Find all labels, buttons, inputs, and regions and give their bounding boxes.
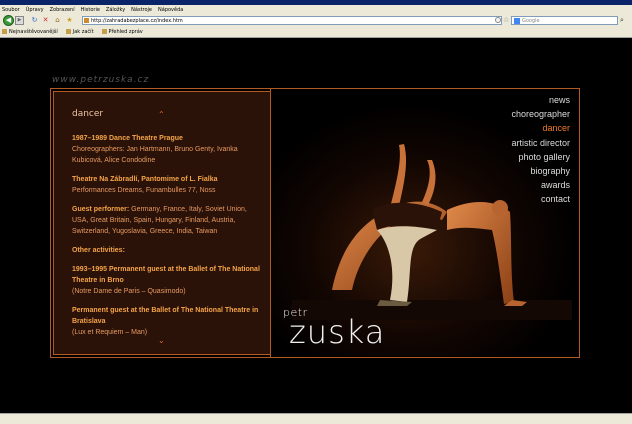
menu-item-help[interactable]: Nápověda [158,6,183,15]
entry-heading: Theatre Na Zábradlí, Pantomime of L. Fia… [72,176,218,183]
menu-item-view[interactable]: Zobrazení [50,6,75,15]
scroll-up-icon[interactable]: ⌃ [158,111,165,119]
search-icon[interactable]: ⌕ [620,16,624,24]
address-bar[interactable]: http://zahradabezplace.cz/index.htm [82,16,502,25]
nav-artistic-director[interactable]: artistic director [511,136,570,150]
home-icon[interactable]: ⌂ [54,17,61,24]
brand-last-name: zuska [289,313,386,351]
nav-contact[interactable]: contact [511,192,570,206]
panel-divider [270,88,271,358]
entry-text: (Lux et Requiem – Man) [72,329,148,336]
bookmark-most-visited[interactable]: Nejnavštěvovanější [2,28,58,36]
entry-heading: Permanent guest at the Ballet of The Nat… [72,307,259,325]
browser-chrome: Soubor Úpravy Zobrazení Historie Záložky… [0,0,632,38]
main-navigation: news choreographer dancer artistic direc… [511,93,570,207]
menu-item-edit[interactable]: Úpravy [26,6,44,15]
entry-heading: 1993–1995 Permanent guest at the Ballet … [72,266,260,284]
bookmarks-bar: Nejnavštěvovanější Jak začít Přehled zpr… [2,28,143,36]
nav-awards[interactable]: awards [511,178,570,192]
star-icon[interactable]: ☆ [503,16,509,24]
entry-heading: Guest performer: [72,206,130,213]
favicon-icon [84,18,89,23]
entry-text: Choreographers: Jan Hartmann, Bruno Gent… [72,146,238,164]
section-title: dancer [72,109,104,119]
scroll-down-icon[interactable]: ⌄ [158,337,165,345]
title-bar [0,0,632,5]
menu-item-tools[interactable]: Nástroje [131,6,152,15]
entry-heading: Other activities: [72,247,125,254]
menu-item-bookmarks[interactable]: Záložky [106,6,125,15]
search-input[interactable]: Google [511,16,618,25]
entry-text: (Notre Dame de Paris – Quasimodo) [72,288,186,295]
search-placeholder: Google [522,18,540,24]
dancer-content: 1987–1989 Dance Theatre Prague Choreogra… [72,133,264,346]
nav-photo-gallery[interactable]: photo gallery [511,150,570,164]
bookmark-news-headlines[interactable]: Přehled zpráv [102,28,143,36]
reload-icon[interactable]: ↻ [31,17,38,24]
back-button[interactable]: ◀ [3,15,14,26]
nav-biography[interactable]: biography [511,164,570,178]
entry-heading: 1987–1989 Dance Theatre Prague [72,135,183,142]
nav-choreographer[interactable]: choreographer [511,107,570,121]
google-icon [514,18,520,24]
bookmark-getting-started[interactable]: Jak začít [66,28,94,36]
entry-bratislava: Permanent guest at the Ballet of The Nat… [72,305,264,338]
entry-text: Performances Dreams, Funambulles 77, Nos… [72,187,216,194]
status-bar [0,413,632,424]
address-bar-url: http://zahradabezplace.cz/index.htm [91,18,183,24]
entry-guest-performer: Guest performer: Germany, France, Italy,… [72,204,264,237]
go-icon[interactable] [495,17,501,23]
nav-dancer[interactable]: dancer [511,121,570,135]
entry-other-activities: Other activities: [72,245,264,256]
entry-dance-theatre: 1987–1989 Dance Theatre Prague Choreogra… [72,133,264,166]
menu-item-file[interactable]: Soubor [2,6,20,15]
entry-na-zabradli: Theatre Na Zábradlí, Pantomime of L. Fia… [72,174,264,196]
menu-bar: Soubor Úpravy Zobrazení Historie Záložky… [2,6,183,15]
nav-news[interactable]: news [511,93,570,107]
menu-item-history[interactable]: Historie [81,6,100,15]
entry-brno: 1993–1995 Permanent guest at the Ballet … [72,264,264,297]
bookmark-icon[interactable]: ★ [66,17,73,24]
site-url-logo: www.petrzuska.cz [52,75,150,85]
forward-button[interactable]: ▶ [15,16,24,25]
stop-icon[interactable]: ✕ [42,17,49,24]
